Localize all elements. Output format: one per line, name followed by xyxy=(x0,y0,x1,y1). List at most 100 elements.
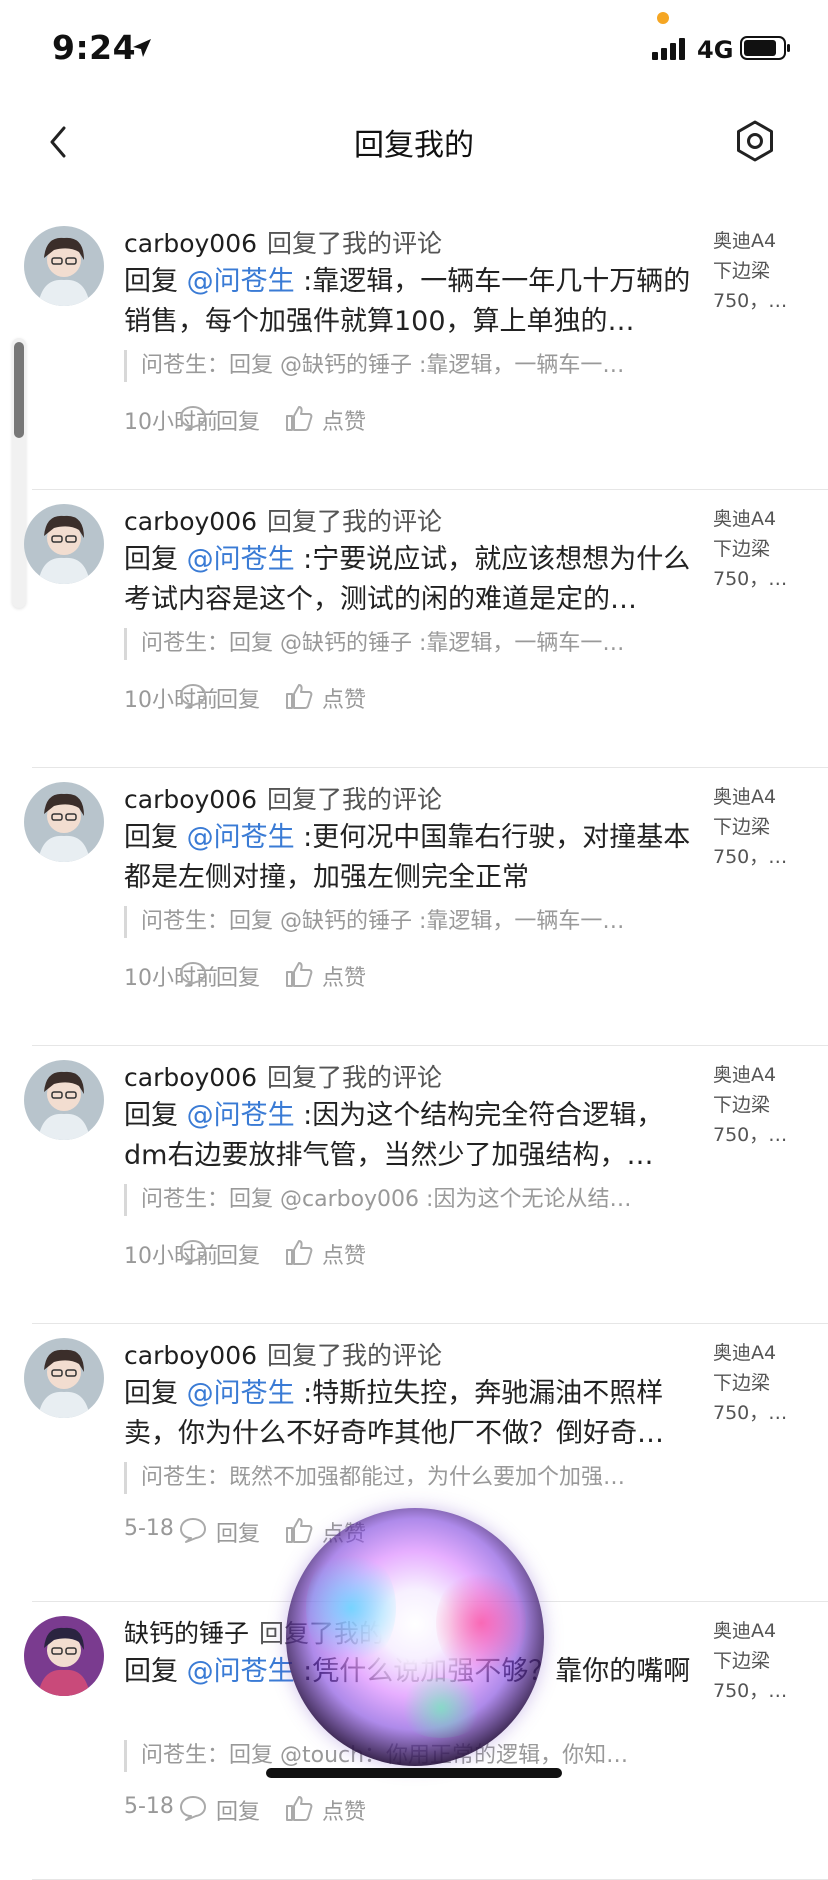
source-post-line: 奥迪A4 xyxy=(713,1064,777,1086)
username[interactable]: carboy006 xyxy=(124,229,257,258)
like-button-label: 点赞 xyxy=(322,1244,367,1269)
reply-action: 回复了我的评论 xyxy=(267,229,443,258)
source-post[interactable]: 奥迪A4 下边梁 750，… xyxy=(713,1060,813,1150)
thumbs-up-icon xyxy=(286,406,313,431)
siri-orb[interactable] xyxy=(286,1508,544,1766)
reply-button-label: 回复 xyxy=(216,966,261,991)
source-post-line: 750，… xyxy=(713,846,788,868)
avatar[interactable] xyxy=(24,1616,104,1696)
like-button-label: 点赞 xyxy=(322,410,367,435)
source-post-line: 奥迪A4 xyxy=(713,786,777,808)
settings-icon[interactable] xyxy=(732,118,778,164)
source-post-line: 奥迪A4 xyxy=(713,1342,777,1364)
source-post[interactable]: 奥迪A4 下边梁 750，… xyxy=(713,1616,813,1706)
reply-prefix: 回复 xyxy=(124,822,187,853)
source-post-line: 下边梁 xyxy=(713,816,771,838)
mention-link[interactable]: @问苍生 xyxy=(187,266,295,297)
avatar[interactable] xyxy=(24,1060,104,1140)
source-post-line: 750，… xyxy=(713,1124,788,1146)
list-item[interactable]: carboy006 回复了我的评论回复 @问苍生 :靠逻辑，一辆车一年几十万辆的销… xyxy=(0,212,828,490)
avatar-image xyxy=(24,1338,104,1418)
comment-icon xyxy=(180,406,206,431)
reply-action: 回复了我的评论 xyxy=(267,507,443,536)
mention-link[interactable]: @问苍生 xyxy=(187,1656,295,1687)
reply-prefix: 回复 xyxy=(124,1100,187,1131)
username[interactable]: carboy006 xyxy=(124,507,257,536)
username[interactable]: carboy006 xyxy=(124,785,257,814)
avatar-image xyxy=(24,1060,104,1140)
status-bar: 9:24 4G xyxy=(0,0,828,100)
avatar-image xyxy=(24,782,104,862)
avatar-image xyxy=(24,1616,104,1696)
like-button-label: 点赞 xyxy=(322,1800,367,1825)
reply-text[interactable]: 回复 @问苍生 :因为这个结构完全符合逻辑，dm右边要放排气管，当然少了加强结构… xyxy=(124,1096,694,1176)
avatar[interactable] xyxy=(24,504,104,584)
list-item[interactable]: carboy006 回复了我的评论回复 @问苍生 :宁要说应试，就应该想想为什么考… xyxy=(0,490,828,768)
comment-icon xyxy=(180,1240,206,1265)
reply-action: 回复了我的评论 xyxy=(267,1341,443,1370)
home-indicator[interactable] xyxy=(266,1768,562,1778)
mention-link[interactable]: @问苍生 xyxy=(187,1100,295,1131)
comment-icon xyxy=(180,962,206,987)
reply-button-label: 回复 xyxy=(216,1522,261,1547)
avatar[interactable] xyxy=(24,1338,104,1418)
list-item[interactable]: carboy006 回复了我的评论 回复 @问苍生 :因为这个结构完全符合逻辑，dm… xyxy=(0,1046,828,1324)
source-post[interactable]: 奥迪A4 下边梁 750，… xyxy=(713,226,813,316)
nav-bar: 回复我的 xyxy=(0,100,828,180)
username[interactable]: carboy006 xyxy=(124,1341,257,1370)
quoted-comment[interactable]: 问苍生：回复 @缺钙的锤子 :靠逻辑，一辆车一… xyxy=(124,906,696,938)
source-post[interactable]: 奥迪A4 下边梁 750，… xyxy=(713,1338,813,1428)
username[interactable]: 缺钙的锤子 xyxy=(124,1619,249,1648)
thumbs-up-icon xyxy=(286,684,313,709)
reply-button-label: 回复 xyxy=(216,410,261,435)
comment-icon xyxy=(180,1518,206,1543)
reply-text[interactable]: 回复 @问苍生 :靠逻辑，一辆车一年几十万辆的销售，每个加强件就算100，算上单… xyxy=(124,262,694,342)
reply-text[interactable]: 回复 @问苍生 :宁要说应试，就应该想想为什么考试内容是这个，测试的闲的难道是定… xyxy=(124,540,694,620)
quoted-comment[interactable]: 问苍生：回复 @carboy006 :因为这个无论从结… xyxy=(124,1184,696,1216)
source-post-line: 下边梁 xyxy=(713,1372,771,1394)
thumbs-up-icon xyxy=(286,962,313,987)
username[interactable]: carboy006 xyxy=(124,1063,257,1092)
location-arrow-icon xyxy=(133,39,151,57)
reply-text[interactable]: 回复 @问苍生 :特斯拉失控，奔驰漏油不照样卖，你为什么不好奇咋其他厂不做？倒好… xyxy=(124,1374,694,1454)
avatar[interactable] xyxy=(24,226,104,306)
reply-header: carboy006 回复了我的评论 xyxy=(124,224,442,260)
reply-header: carboy006 回复了我的评论 xyxy=(124,1336,442,1372)
source-post[interactable]: 奥迪A4 下边梁 750，… xyxy=(713,782,813,872)
source-post[interactable]: 奥迪A4 下边梁 750，… xyxy=(713,504,813,594)
mention-link[interactable]: @问苍生 xyxy=(187,544,295,575)
reply-button-label: 回复 xyxy=(216,1244,261,1269)
source-post-line: 奥迪A4 xyxy=(713,1620,777,1642)
thumbs-up-icon xyxy=(286,1796,313,1821)
network-type: 4G xyxy=(697,36,734,64)
reply-text[interactable]: 回复 @问苍生 :更何况中国靠右行驶，对撞基本都是左侧对撞，加强左侧完全正常 xyxy=(124,818,694,898)
timestamp: 5-18 xyxy=(124,1516,174,1541)
reply-action: 回复了我的评论 xyxy=(267,785,443,814)
source-post-line: 奥迪A4 xyxy=(713,230,777,252)
like-button-label: 点赞 xyxy=(322,688,367,713)
list-item[interactable]: carboy006 回复了我的评论回复 @问苍生 :更何况中国靠右行驶，对撞基本都… xyxy=(0,768,828,1046)
page-title: 回复我的 xyxy=(354,128,474,163)
source-post-line: 下边梁 xyxy=(713,1650,771,1672)
reply-button-label: 回复 xyxy=(216,1800,261,1825)
avatar-image xyxy=(24,226,104,306)
like-button-label: 点赞 xyxy=(322,966,367,991)
thumbs-up-icon xyxy=(286,1240,313,1265)
quoted-comment[interactable]: 问苍生：回复 @缺钙的锤子 :靠逻辑，一辆车一… xyxy=(124,628,696,660)
battery-icon xyxy=(740,36,790,60)
comment-icon xyxy=(180,1796,206,1821)
source-post-line: 750，… xyxy=(713,1680,788,1702)
avatar[interactable] xyxy=(24,782,104,862)
source-post-line: 750，… xyxy=(713,290,788,312)
reply-prefix: 回复 xyxy=(124,1656,187,1687)
privacy-indicator xyxy=(657,12,669,24)
source-post-line: 750，… xyxy=(713,568,788,590)
reply-header: carboy006 回复了我的评论 xyxy=(124,780,442,816)
source-post-line: 下边梁 xyxy=(713,538,771,560)
reply-header: carboy006 回复了我的评论 xyxy=(124,1058,442,1094)
quoted-comment[interactable]: 问苍生：回复 @缺钙的锤子 :靠逻辑，一辆车一… xyxy=(124,350,696,382)
comment-icon xyxy=(180,684,206,709)
mention-link[interactable]: @问苍生 xyxy=(187,1378,295,1409)
quoted-comment[interactable]: 问苍生：既然不加强都能过，为什么要加个加强… xyxy=(124,1462,696,1494)
mention-link[interactable]: @问苍生 xyxy=(187,822,295,853)
